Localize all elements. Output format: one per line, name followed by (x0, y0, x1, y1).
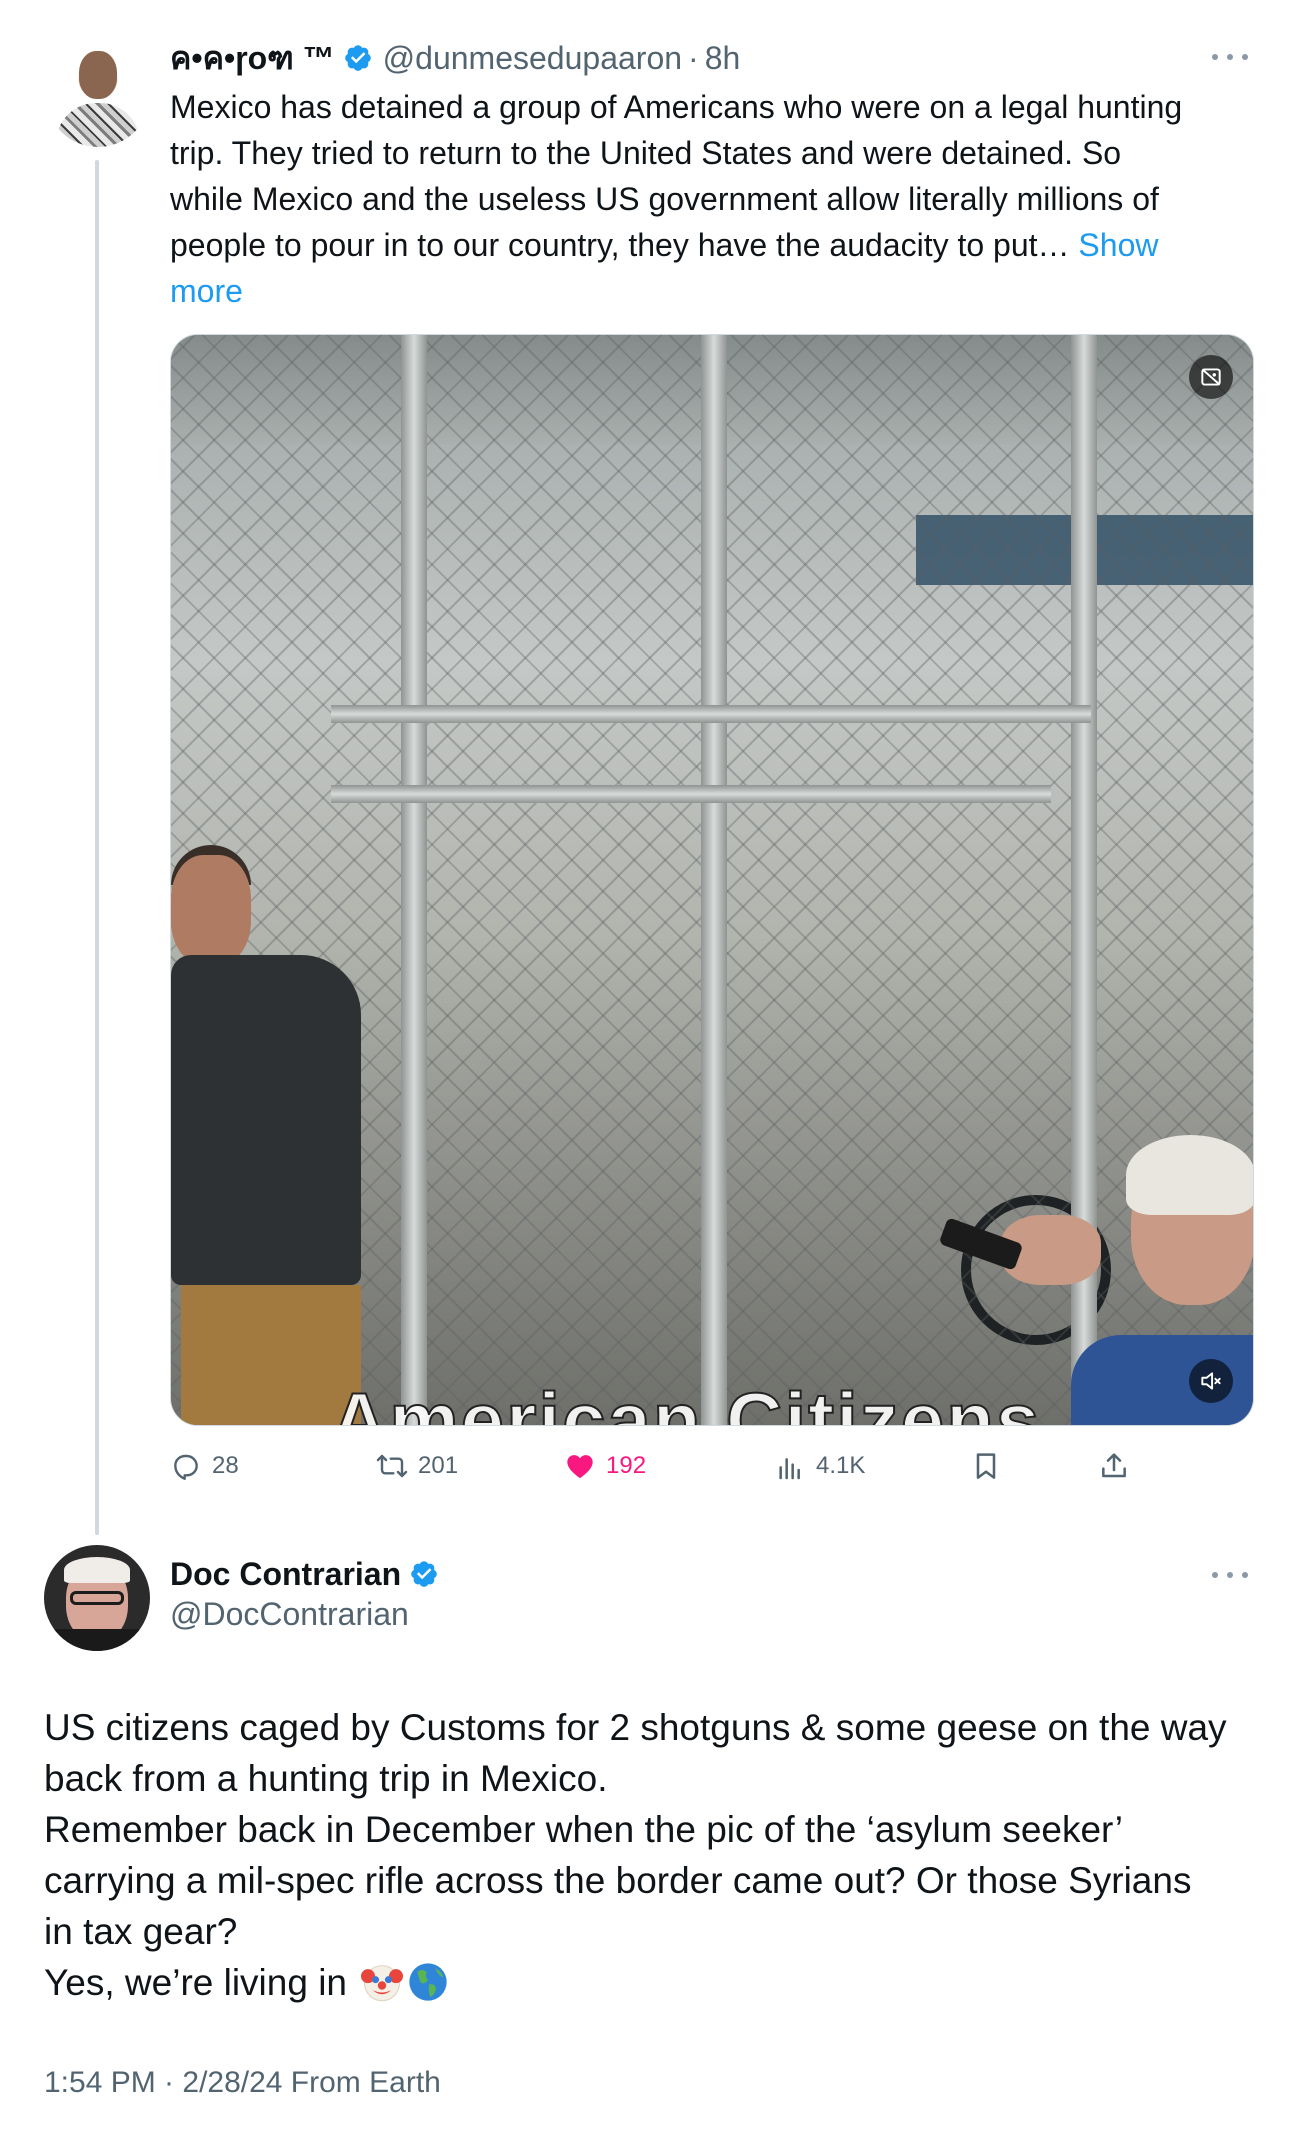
handle[interactable]: @DocContrarian (170, 1596, 409, 1633)
tweet-text-line: people to pour in to our country, they h… (170, 222, 1260, 268)
tweet-text: Mexico has detained a group of Americans… (170, 84, 1260, 314)
bookmark-icon (976, 1453, 996, 1479)
video-caption-overlay: American Citizens (330, 1375, 1042, 1426)
video-player[interactable]: American Citizens (170, 334, 1254, 1426)
verified-badge-icon (344, 45, 371, 71)
video-scene-rail (331, 705, 1091, 723)
bookmark-button[interactable] (970, 1444, 1002, 1488)
video-scene-post (401, 335, 427, 1425)
analytics-icon (779, 1458, 800, 1480)
content-warning-glyph (1201, 368, 1221, 386)
avatar-jacket (44, 1629, 150, 1651)
tweet-actions-bar: 28 201 192 4.1K (170, 1444, 1254, 1488)
tweet-text-segment: Yes, we’re living in (44, 1962, 358, 2003)
reply-icon (174, 1454, 198, 1480)
tweet-text-line: Mexico has detained a group of Americans… (170, 89, 1183, 125)
avatar-head (79, 51, 117, 99)
timestamp[interactable]: 8h (705, 40, 741, 77)
video-scene-post (701, 335, 727, 1425)
tweet-text-line: while Mexico and the useless US governme… (170, 181, 1159, 217)
tweet-header: ค•ค•ɼoฑ ™ @dunmesedupaaron · 8h (170, 36, 740, 80)
muted-speaker-icon (1201, 1372, 1221, 1390)
view-count: 4.1K (816, 1452, 866, 1479)
tweet-text-line: Remember back in December when the pic o… (44, 1809, 1123, 1850)
avatar-shirt (56, 103, 140, 147)
heart-icon (567, 1455, 593, 1479)
handle[interactable]: @dunmesedupaaron (383, 40, 682, 77)
repost-count: 201 (418, 1452, 459, 1479)
reply-count: 28 (212, 1452, 239, 1479)
globe-americas-icon (409, 1963, 447, 2001)
verified-badge-icon (411, 1561, 437, 1587)
show-more-link-continued[interactable]: more (170, 273, 243, 309)
clown-face-icon (361, 1965, 404, 2002)
like-button[interactable]: 192 (564, 1444, 646, 1488)
views-button[interactable]: 4.1K (774, 1444, 865, 1488)
share-button[interactable] (1098, 1444, 1130, 1488)
avatar-glasses (70, 1591, 124, 1605)
video-scene-person (1126, 1135, 1253, 1215)
tweet-header: Doc Contrarian (170, 1552, 439, 1596)
avatar[interactable] (44, 1545, 150, 1651)
video-scene-person (171, 955, 361, 1285)
mute-toggle-button[interactable] (1189, 1359, 1233, 1403)
tweet-text: US citizens caged by Customs for 2 shotg… (44, 1702, 1264, 2008)
repost-button[interactable]: 201 (376, 1444, 458, 1488)
more-options-icon[interactable] (1212, 52, 1248, 62)
tweet-text-line: Yes, we’re living in (44, 1957, 1264, 2008)
display-name[interactable]: ค•ค•ɼoฑ ™ (170, 33, 335, 84)
tweet-text-segment: people to pour in to our country, they h… (170, 227, 1079, 263)
repost-icon (376, 1454, 408, 1478)
avatar-hair (64, 1557, 130, 1583)
like-count: 192 (606, 1452, 647, 1479)
thread-connector-line (95, 160, 99, 1535)
tweet-text-line: in tax gear? (44, 1911, 238, 1952)
avatar[interactable] (46, 43, 150, 147)
tweet-text-line: back from a hunting trip in Mexico. (44, 1758, 608, 1799)
reply-button[interactable]: 28 (170, 1444, 239, 1488)
more-options-icon[interactable] (1212, 1570, 1248, 1580)
separator: · (688, 39, 699, 76)
tweet-text-line: carrying a mil-spec rifle across the bor… (44, 1860, 1192, 1901)
share-icon (1102, 1453, 1126, 1478)
content-warning-icon[interactable] (1189, 355, 1233, 399)
show-more-link[interactable]: Show (1078, 227, 1158, 263)
tweet-text-line: trip. They tried to return to the United… (170, 135, 1122, 171)
tweet-text-line: more (170, 268, 1260, 314)
tweet-timestamp-and-source[interactable]: 1:54 PM · 2/28/24 From Earth (44, 2066, 441, 2100)
display-name[interactable]: Doc Contrarian (170, 1556, 401, 1593)
video-scene-person (171, 855, 251, 965)
video-scene-rail (331, 785, 1051, 803)
tweet-text-line: US citizens caged by Customs for 2 shotg… (44, 1707, 1227, 1748)
